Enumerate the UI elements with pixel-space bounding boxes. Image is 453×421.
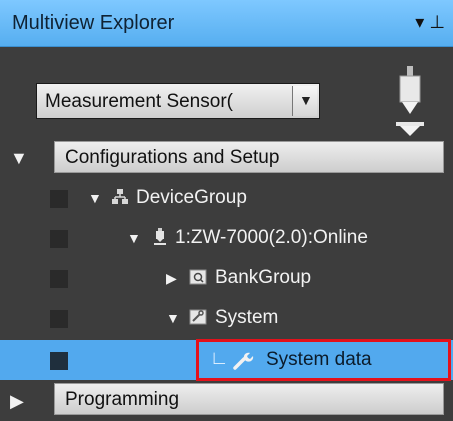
- panel-title-bar: Multiview Explorer ▾ ⊥: [0, 0, 453, 47]
- collapse-triangle-icon[interactable]: ▶: [10, 391, 24, 412]
- section-header-programming[interactable]: Programming: [54, 383, 444, 415]
- sensor-small-icon: [154, 228, 166, 245]
- section-label: Programming: [65, 389, 180, 410]
- row-checkbox[interactable]: [50, 270, 68, 288]
- section-label: Configurations and Setup: [65, 147, 280, 168]
- dropdown-arrow-button[interactable]: ▼: [292, 86, 317, 116]
- row-checkbox[interactable]: [50, 190, 68, 208]
- section-configurations-and-setup[interactable]: ▼ Configurations and Setup: [0, 139, 453, 177]
- expand-triangle-icon[interactable]: ▼: [88, 190, 102, 206]
- tree-item-bankgroup[interactable]: ▶ BankGroup: [0, 258, 453, 298]
- section-programming[interactable]: ▶ Programming: [0, 381, 453, 419]
- tree-item-label: 1:ZW-7000(2.0):Online: [175, 227, 368, 248]
- device-group-icon: [112, 189, 128, 204]
- tree-item-system[interactable]: ▼ System: [0, 298, 453, 338]
- expand-triangle-icon[interactable]: ▶: [166, 270, 177, 287]
- device-select[interactable]: Measurement Sensor( ▼: [36, 83, 320, 119]
- red-highlight-box: [196, 339, 451, 381]
- section-header-configurations[interactable]: Configurations and Setup: [54, 141, 444, 173]
- panel-title: Multiview Explorer: [12, 12, 175, 34]
- expand-triangle-icon[interactable]: ▼: [166, 310, 180, 326]
- row-checkbox[interactable]: [50, 352, 68, 370]
- tree-item-label: BankGroup: [215, 267, 312, 288]
- chevron-down-icon: ▼: [299, 92, 313, 108]
- pin-icon[interactable]: ▾ ⊥: [415, 12, 445, 33]
- sensor-icon: [396, 66, 424, 136]
- tree-item-label: DeviceGroup: [136, 187, 247, 208]
- expand-triangle-icon[interactable]: ▼: [127, 230, 141, 246]
- bank-group-icon: [189, 269, 207, 285]
- device-select-value: Measurement Sensor(: [45, 91, 233, 112]
- tree-item-sensor[interactable]: ▼ 1:ZW-7000(2.0):Online: [0, 218, 453, 258]
- expand-triangle-icon[interactable]: ▼: [10, 148, 28, 169]
- system-folder-icon: [189, 309, 207, 325]
- row-checkbox[interactable]: [50, 230, 68, 248]
- tree-item-devicegroup[interactable]: ▼ DeviceGroup: [0, 178, 453, 218]
- row-checkbox[interactable]: [50, 310, 68, 328]
- tree-item-label: System: [215, 307, 279, 328]
- multiview-explorer-panel: Multiview Explorer ▾ ⊥ Measurement Senso…: [0, 0, 453, 421]
